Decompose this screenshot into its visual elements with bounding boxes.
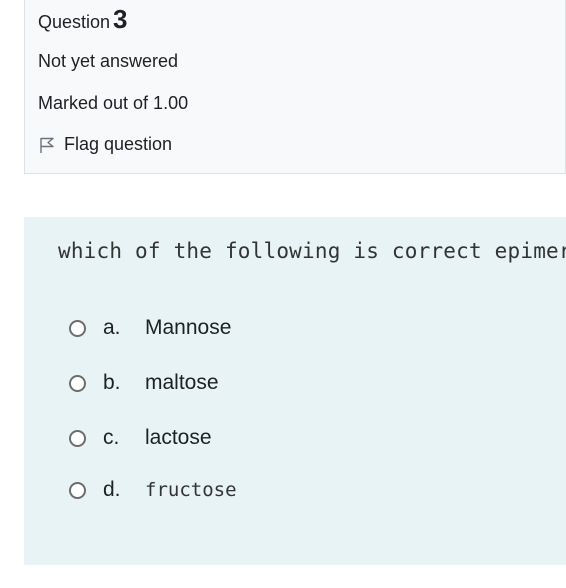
flag-question-link[interactable]: Flag question	[38, 134, 172, 155]
question-grade: Marked out of 1.00	[38, 93, 189, 113]
question-heading: Question 3	[38, 4, 128, 35]
answer-letter: a.	[103, 316, 121, 339]
radio-button-b[interactable]	[69, 374, 86, 392]
question-info-panel: Question 3 Not yet answered Marked out of…	[24, 0, 566, 174]
answer-option-d[interactable]: d. fructose	[69, 475, 489, 505]
answer-option-a[interactable]: a. Mannose	[69, 313, 489, 343]
question-text: which of the following is correct epimer	[58, 239, 566, 263]
answer-text: lactose	[145, 426, 212, 449]
answer-text: maltose	[145, 371, 219, 394]
flag-question-label: Flag question	[64, 134, 173, 154]
answer-text: Mannose	[145, 316, 232, 339]
answer-option-c[interactable]: c. lactose	[69, 423, 489, 453]
flag-icon	[40, 137, 54, 153]
answer-letter: c.	[103, 426, 120, 449]
answer-text: fructose	[145, 479, 237, 501]
answer-option-b[interactable]: b. maltose	[69, 368, 489, 398]
radio-button-c[interactable]	[69, 429, 86, 447]
answer-letter: d.	[103, 478, 121, 501]
question-label: Question	[38, 12, 111, 32]
radio-button-d[interactable]	[69, 481, 86, 499]
radio-button-a[interactable]	[69, 319, 86, 337]
question-state: Not yet answered	[38, 51, 179, 71]
question-content-panel: which of the following is correct epimer…	[24, 217, 566, 565]
question-number: 3	[113, 4, 128, 34]
answer-letter: b.	[103, 371, 121, 394]
